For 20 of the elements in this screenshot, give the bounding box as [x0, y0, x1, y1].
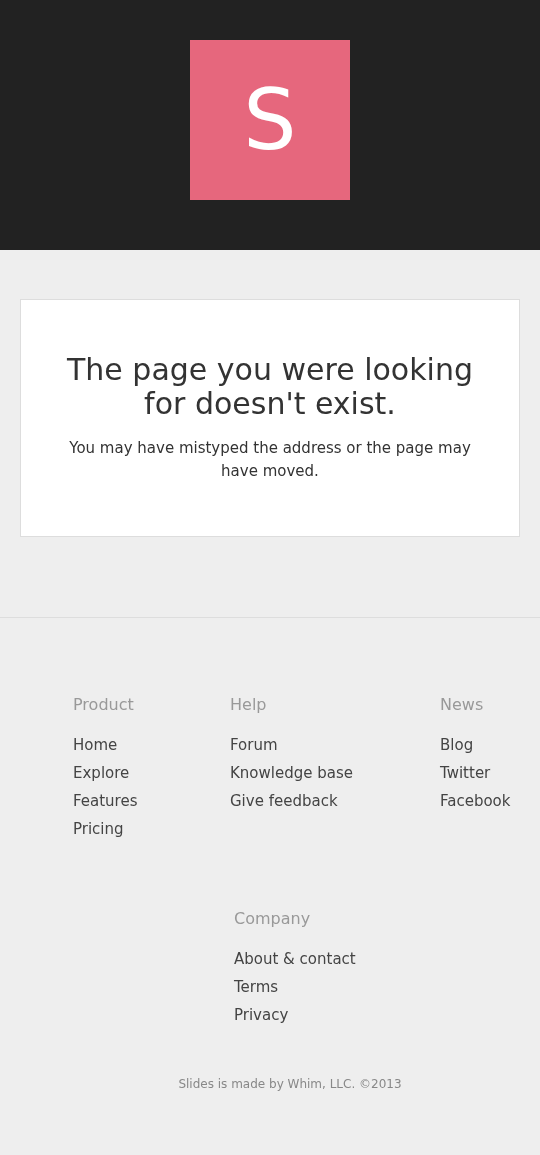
copyright-text: Slides is made by Whim, LLC. ©2013	[178, 1076, 402, 1093]
error-title: The page you were looking for doesn't exist.	[66, 353, 474, 421]
error-message: You may have mistyped the address or the page may have moved.	[68, 438, 472, 482]
footer-link[interactable]: Explore	[73, 763, 130, 783]
column-heading: Product	[73, 695, 134, 715]
footer-link[interactable]: Give feedback	[230, 791, 338, 811]
footer-link[interactable]: Pricing	[73, 819, 124, 839]
footer-link[interactable]: Twitter	[440, 763, 491, 783]
column-heading: Help	[230, 695, 267, 715]
column-heading: Company	[234, 909, 311, 929]
footer-link[interactable]: Knowledge base	[230, 763, 353, 783]
footer-link[interactable]: Facebook	[440, 791, 511, 811]
footer-link[interactable]: About & contact	[234, 949, 356, 969]
footer-link[interactable]: Forum	[230, 735, 278, 755]
footer-link[interactable]: Terms	[234, 977, 279, 997]
footer-link[interactable]: Home	[73, 735, 118, 755]
footer-link[interactable]: Blog	[440, 735, 474, 755]
footer-link[interactable]: Features	[73, 791, 138, 811]
column-heading: News	[440, 695, 484, 715]
footer-link[interactable]: Privacy	[234, 1005, 289, 1025]
